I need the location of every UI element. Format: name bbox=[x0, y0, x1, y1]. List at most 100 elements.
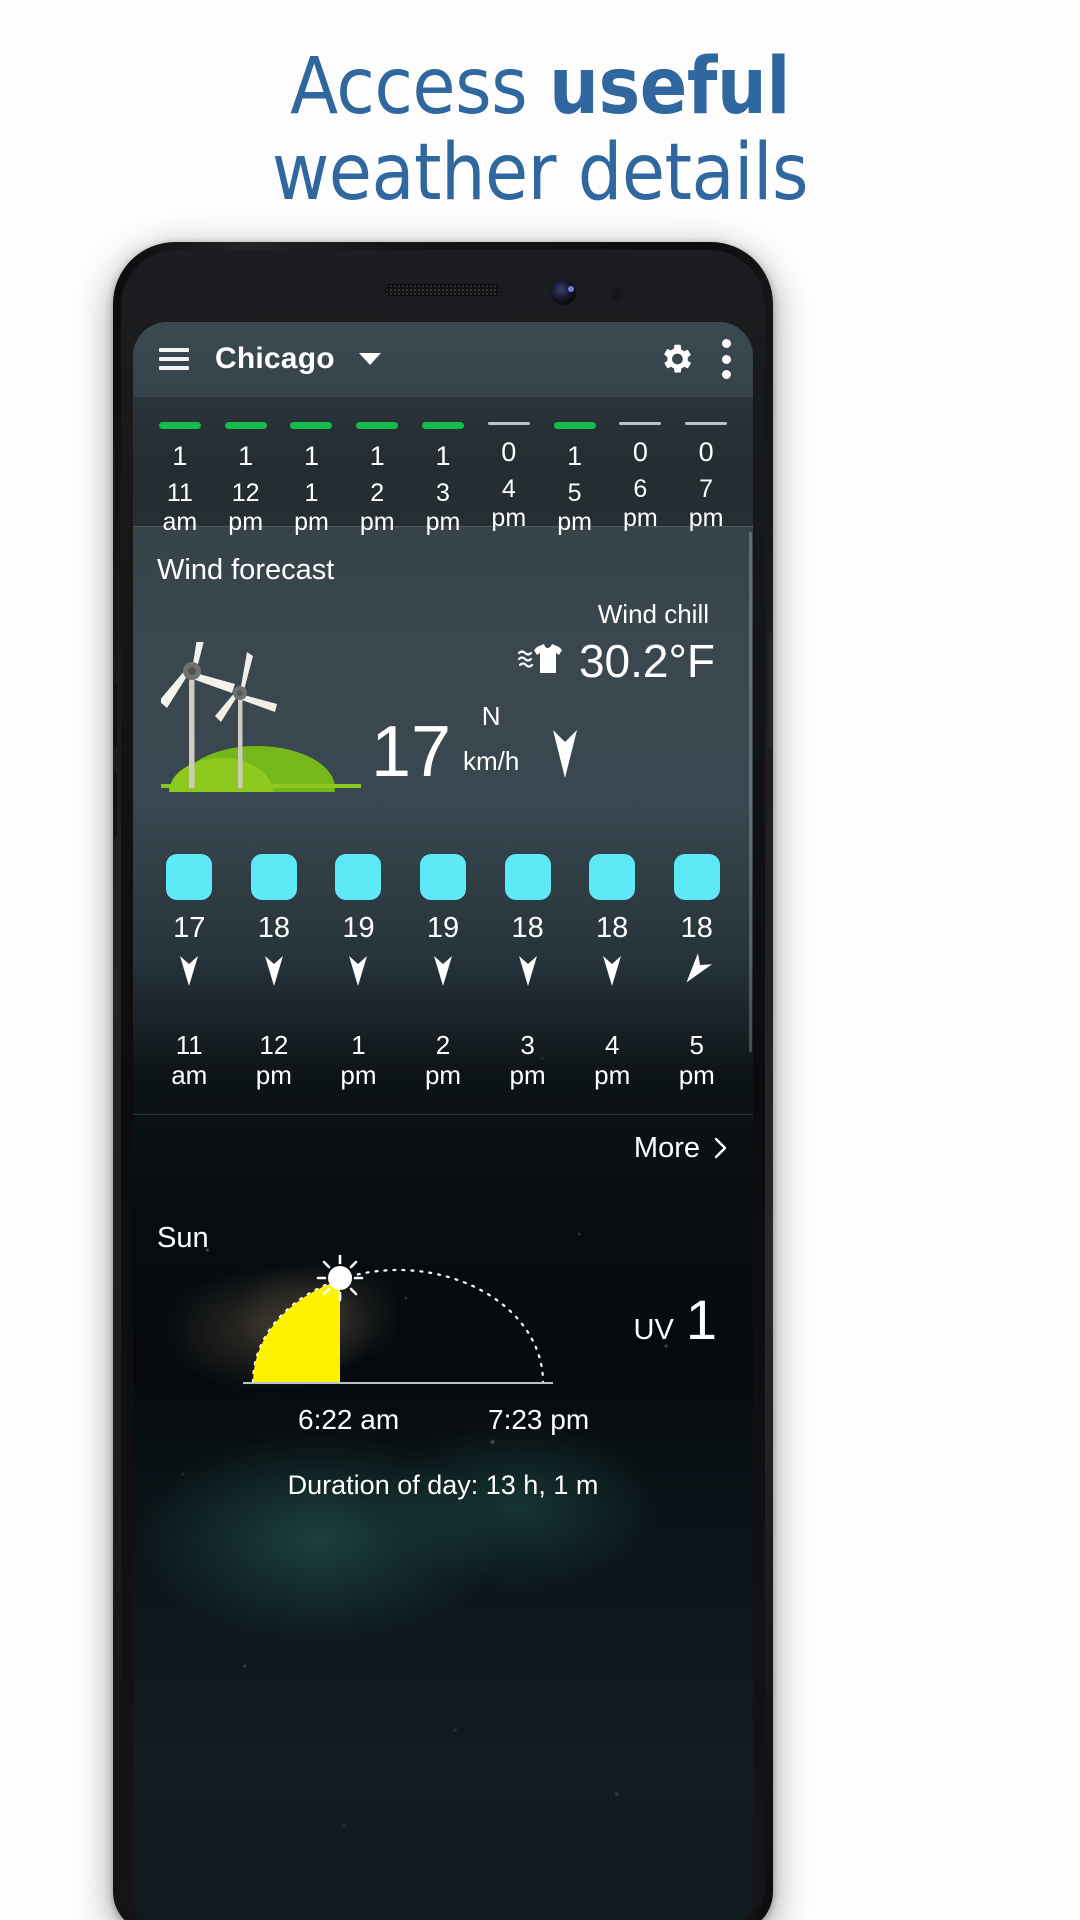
city-name[interactable]: Chicago bbox=[215, 342, 335, 376]
wind-hour-value: 18 bbox=[511, 912, 544, 944]
wind-hour-cell[interactable]: 19 1 pm bbox=[316, 854, 401, 1094]
wind-meridiem: pm bbox=[340, 1060, 377, 1090]
wind-direction-arrow-icon bbox=[178, 952, 200, 986]
wind-intensity-square bbox=[420, 854, 467, 900]
precip-hour-cell[interactable]: 1 3 pm bbox=[410, 422, 476, 537]
wind-hour: 11 bbox=[175, 1030, 203, 1060]
precip-hour: 6 bbox=[633, 475, 648, 503]
precip-meridiem: am bbox=[162, 508, 198, 536]
precip-bar bbox=[224, 422, 267, 429]
precip-meridiem: pm bbox=[622, 504, 658, 532]
sun-icon bbox=[316, 1254, 364, 1302]
precip-meridiem: pm bbox=[294, 508, 329, 536]
wind-hour-cell[interactable]: 19 2 pm bbox=[401, 854, 486, 1094]
precip-meridiem: pm bbox=[688, 504, 724, 532]
wind-hour-cell[interactable]: 18 5 pm bbox=[654, 854, 739, 1094]
precip-meridiem: pm bbox=[491, 504, 527, 532]
precip-hour-cell[interactable]: 1 12 pm bbox=[213, 422, 279, 537]
chevron-down-icon[interactable] bbox=[358, 353, 381, 365]
wind-hour-value: 18 bbox=[257, 912, 290, 944]
chevron-right-icon bbox=[714, 1137, 727, 1159]
uv-label: UV bbox=[633, 1314, 674, 1346]
precip-hour-cell[interactable]: 1 2 pm bbox=[344, 422, 410, 537]
precip-hour: 12 bbox=[231, 479, 260, 507]
wind-hour: 5 bbox=[689, 1030, 704, 1060]
precip-bar bbox=[685, 422, 728, 425]
precip-hour-cell[interactable]: 0 4 pm bbox=[476, 422, 542, 533]
precip-bar bbox=[553, 422, 596, 429]
precip-divider bbox=[133, 526, 753, 527]
wind-hour-value: 18 bbox=[596, 912, 629, 944]
precip-hour-cell[interactable]: 1 11 am bbox=[147, 422, 213, 537]
wind-hour-value: 17 bbox=[173, 912, 206, 944]
precip-bar bbox=[422, 422, 465, 429]
proximity-sensor bbox=[611, 288, 623, 300]
precip-hour: 7 bbox=[699, 475, 714, 503]
wind-hour-value: 19 bbox=[342, 912, 375, 944]
wind-hour-cell[interactable]: 18 12 pm bbox=[232, 854, 317, 1094]
wind-direction-arrow-icon bbox=[601, 952, 623, 986]
wind-intensity-square bbox=[673, 854, 720, 900]
precip-value: 0 bbox=[698, 437, 714, 467]
precip-hour-cell[interactable]: 0 6 pm bbox=[607, 422, 673, 533]
precip-value: 1 bbox=[172, 441, 188, 471]
phone-button-power bbox=[769, 632, 773, 750]
sun-title: Sun bbox=[157, 1222, 209, 1254]
wind-hourly-strip[interactable]: 17 11 am 18 12 pm 19 1 pm 19 2 pm 18 3 p… bbox=[133, 854, 753, 1094]
precip-hour-cell[interactable]: 0 7 pm bbox=[673, 422, 739, 533]
phone-button-volume-down bbox=[113, 772, 117, 838]
wind-direction-arrow-icon bbox=[550, 724, 580, 778]
precip-bar bbox=[158, 422, 201, 429]
phone-button-volume-up bbox=[113, 682, 117, 748]
precip-hour: 3 bbox=[436, 479, 450, 507]
wind-direction-arrow-icon bbox=[432, 952, 454, 986]
hamburger-menu-icon[interactable] bbox=[159, 348, 189, 370]
wind-chill-value: 30.2°F bbox=[578, 635, 715, 687]
sunset-time: 7:23 pm bbox=[488, 1404, 590, 1435]
precip-time: 2 pm bbox=[360, 479, 395, 537]
precip-bar bbox=[619, 422, 662, 425]
wind-turbines-icon bbox=[159, 632, 361, 830]
precip-meridiem: pm bbox=[359, 508, 395, 536]
wind-direction-arrow-icon bbox=[347, 952, 369, 986]
wind-meridiem: pm bbox=[594, 1060, 631, 1090]
sunrise-time: 6:22 am bbox=[298, 1404, 400, 1435]
precipitation-hourly-strip[interactable]: 1 11 am 1 12 pm 1 1 pm 1 2 pm 1 3 pm 0 4… bbox=[133, 396, 753, 536]
phone-screen: Chicago 1 11 am 1 12 pm 1 1 pm 1 2 pm 1 … bbox=[133, 322, 753, 1920]
wind-hour-time: 1 pm bbox=[340, 1030, 376, 1090]
phone-mockup: Chicago 1 11 am 1 12 pm 1 1 pm 1 2 pm 1 … bbox=[113, 242, 773, 1920]
more-label: More bbox=[633, 1131, 700, 1164]
precip-bar bbox=[356, 422, 399, 429]
phone-button-bixby bbox=[113, 442, 117, 526]
precip-value: 0 bbox=[632, 437, 648, 467]
wind-unit-block: N km/h bbox=[463, 702, 519, 776]
wind-hour-time: 11 am bbox=[171, 1030, 207, 1090]
wind-intensity-square bbox=[504, 854, 551, 900]
wind-chill-row: 30.2°F bbox=[517, 638, 715, 684]
precip-value: 1 bbox=[435, 441, 451, 471]
wind-hour-time: 3 pm bbox=[510, 1030, 546, 1090]
gear-icon[interactable] bbox=[657, 340, 695, 378]
precip-hour-cell[interactable]: 1 1 pm bbox=[279, 422, 345, 537]
wind-meridiem: am bbox=[171, 1060, 208, 1090]
precip-bar bbox=[487, 422, 530, 425]
sun-card: Sun UV 1 6:22 am 7:23 pm Duration of day… bbox=[133, 1182, 753, 1622]
wind-direction-arrow-icon bbox=[686, 952, 712, 986]
iris-scanner bbox=[568, 286, 574, 292]
precip-value: 1 bbox=[567, 441, 583, 471]
day-duration: Duration of day: 13 h, 1 m bbox=[287, 1470, 599, 1500]
wind-hour-cell[interactable]: 18 3 pm bbox=[485, 854, 570, 1094]
wind-hour-cell[interactable]: 18 4 pm bbox=[570, 854, 655, 1094]
wind-hour-time: 2 pm bbox=[425, 1030, 461, 1090]
wind-hour-cell[interactable]: 17 11 am bbox=[147, 854, 232, 1094]
more-link[interactable]: More bbox=[133, 1118, 753, 1178]
kebab-menu-icon[interactable] bbox=[721, 339, 731, 379]
wind-direction-label: N bbox=[481, 701, 501, 731]
precip-hour-cell[interactable]: 1 5 pm bbox=[542, 422, 608, 537]
wind-forecast-title: Wind forecast bbox=[157, 554, 335, 586]
wind-hour-time: 4 pm bbox=[594, 1030, 630, 1090]
precip-hour: 4 bbox=[501, 475, 516, 503]
wind-meridiem: pm bbox=[509, 1060, 546, 1090]
precip-value: 1 bbox=[369, 441, 385, 471]
wind-intensity-square bbox=[335, 854, 382, 900]
